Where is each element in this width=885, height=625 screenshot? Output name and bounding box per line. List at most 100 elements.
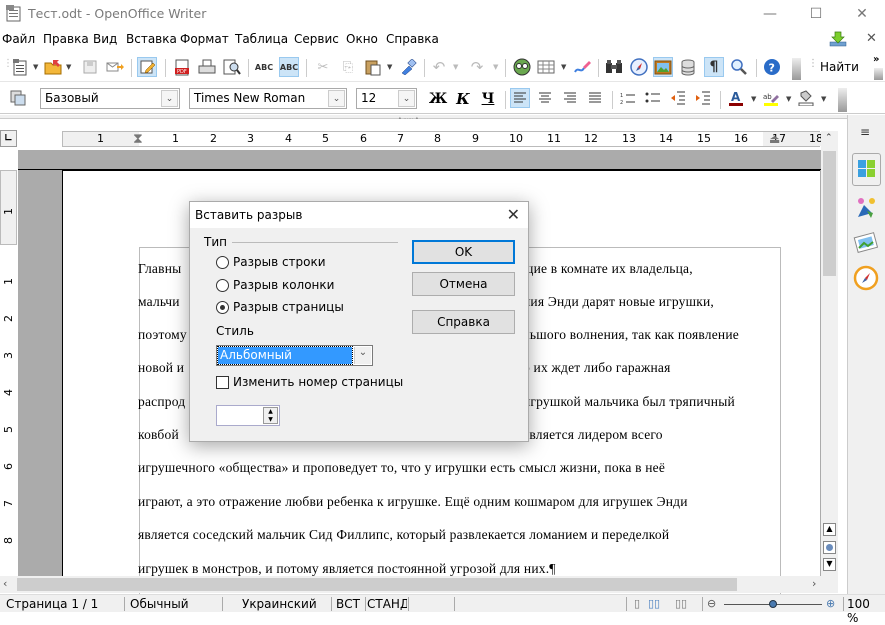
redo-icon[interactable]: ↷ <box>467 57 487 77</box>
vertical-scroll-thumb[interactable] <box>823 151 836 276</box>
change-page-number-label[interactable]: Изменить номер страницы <box>233 375 403 389</box>
menu-file[interactable]: Файл <box>2 32 35 46</box>
help-button[interactable]: Справка <box>412 310 515 334</box>
numbering-icon[interactable]: 12 <box>618 88 638 108</box>
spellcheck-icon[interactable]: ABC <box>254 57 274 77</box>
email-icon[interactable] <box>105 57 125 77</box>
highlight-dropdown[interactable]: ▼ <box>786 95 791 103</box>
paste-dropdown-arrow[interactable]: ▼ <box>387 63 392 71</box>
menu-format[interactable]: Формат <box>180 32 229 46</box>
close-document-button[interactable]: ✕ <box>866 31 877 46</box>
align-right-icon[interactable] <box>560 88 580 108</box>
scroll-up-icon[interactable]: ⌃ <box>825 133 833 143</box>
find-input-label[interactable]: Найти <box>820 60 859 74</box>
radio-page-break[interactable] <box>216 301 229 314</box>
horizontal-scrollbar[interactable]: ‹ › <box>0 576 838 593</box>
indent-marker[interactable]: ⧗ <box>133 131 143 147</box>
menu-edit[interactable]: Правка <box>43 32 89 46</box>
export-pdf-icon[interactable]: PDF <box>172 57 192 77</box>
change-page-number-checkbox[interactable] <box>216 376 229 389</box>
radio-column-break[interactable] <box>216 279 229 292</box>
find-toolbar-overflow[interactable] <box>874 68 883 80</box>
cut-icon[interactable]: ✂ <box>313 57 333 77</box>
navigation-icon[interactable] <box>823 541 836 554</box>
open-folder-icon[interactable] <box>43 57 63 77</box>
menu-window[interactable]: Окно <box>346 32 378 46</box>
toolbar-overflow-button[interactable] <box>792 58 801 80</box>
bold-button[interactable]: Ж <box>428 89 448 109</box>
navigator-icon[interactable] <box>629 57 649 77</box>
print-preview-icon[interactable] <box>222 57 242 77</box>
chevron-down-icon[interactable]: ⌄ <box>354 347 371 364</box>
book-view-icon[interactable]: ▯▯ <box>675 597 687 610</box>
draw-icon[interactable] <box>572 57 592 77</box>
radio-line-break[interactable] <box>216 256 229 269</box>
chevron-down-icon[interactable]: ⌄ <box>161 90 178 107</box>
zoom-in-icon[interactable]: ⊕ <box>826 597 835 610</box>
sidebar-menu-icon[interactable]: ≡ <box>860 125 870 139</box>
italic-button[interactable]: К <box>453 89 473 109</box>
page-number-spinner[interactable]: ▲ ▼ <box>216 405 280 426</box>
copy-icon[interactable]: ⎘ <box>338 57 358 77</box>
underline-button[interactable]: Ч <box>478 89 498 109</box>
scroll-left-icon[interactable]: ‹ <box>3 577 7 590</box>
chevron-down-icon[interactable]: ⌄ <box>398 90 415 107</box>
single-page-view-icon[interactable]: ▯ <box>634 597 640 610</box>
find-toolbar-grip[interactable]: ⋮ <box>808 58 818 69</box>
close-window-button[interactable]: ✕ <box>839 0 885 28</box>
formatting-marks-icon[interactable]: ¶ <box>704 57 724 77</box>
highlight-icon[interactable]: ab <box>761 88 781 108</box>
dialog-close-icon[interactable]: ✕ <box>507 205 520 224</box>
zoom-icon[interactable] <box>729 57 749 77</box>
redo-dropdown-arrow[interactable]: ▼ <box>493 63 498 71</box>
spinner-buttons[interactable]: ▲ ▼ <box>263 407 278 424</box>
styles-formatting-icon[interactable] <box>8 88 28 108</box>
data-sources-icon[interactable] <box>678 57 698 77</box>
bullets-icon[interactable] <box>643 88 663 108</box>
background-color-icon[interactable] <box>796 88 816 108</box>
justify-icon[interactable] <box>585 88 605 108</box>
decrease-indent-icon[interactable] <box>668 88 688 108</box>
menu-table[interactable]: Таблица <box>235 32 288 46</box>
dialog-title-bar[interactable]: Вставить разрыв ✕ <box>190 202 528 228</box>
print-icon[interactable] <box>197 57 217 77</box>
open-dropdown-arrow[interactable]: ▼ <box>66 63 71 71</box>
paragraph-style-combo[interactable]: Базовый ⌄ <box>40 88 180 109</box>
font-size-combo[interactable]: 12 ⌄ <box>356 88 417 109</box>
cancel-button[interactable]: Отмена <box>412 272 515 296</box>
clone-format-icon[interactable] <box>398 57 418 77</box>
background-color-dropdown[interactable]: ▼ <box>821 95 826 103</box>
page-count[interactable]: Страница 1 / 1 <box>6 597 98 611</box>
right-indent-marker[interactable]: ⏏ <box>769 132 780 146</box>
multi-page-view-icon[interactable]: ▯▯ <box>648 597 660 610</box>
styles-icon[interactable] <box>853 195 881 223</box>
tab-stop-selector[interactable]: ∟ <box>0 130 17 147</box>
menu-tools[interactable]: Сервис <box>294 32 339 46</box>
update-download-icon[interactable] <box>829 31 847 47</box>
horizontal-scroll-thumb[interactable] <box>17 578 737 591</box>
zoom-slider-thumb[interactable] <box>769 600 777 608</box>
menu-view[interactable]: Вид <box>93 32 117 46</box>
edit-mode-icon[interactable] <box>137 57 157 77</box>
next-page-icon[interactable]: ▼ <box>823 558 836 571</box>
align-left-icon[interactable] <box>510 88 530 108</box>
page-style[interactable]: Обычный <box>130 597 189 611</box>
font-color-dropdown[interactable]: ▼ <box>751 95 756 103</box>
previous-page-icon[interactable]: ▲ <box>823 523 836 536</box>
undo-dropdown-arrow[interactable]: ▼ <box>453 63 458 71</box>
help-icon[interactable]: ? <box>762 57 782 77</box>
new-dropdown-arrow[interactable]: ▼ <box>33 63 38 71</box>
save-icon[interactable] <box>80 57 100 77</box>
font-color-icon[interactable]: A <box>726 88 746 108</box>
page-break-label[interactable]: Разрыв страницы <box>233 300 344 314</box>
align-center-icon[interactable] <box>535 88 555 108</box>
minimize-button[interactable]: — <box>747 0 793 28</box>
find-replace-icon[interactable] <box>604 57 624 77</box>
vertical-scrollbar[interactable]: ⌃ ▲ ▼ <box>821 131 838 576</box>
column-break-label[interactable]: Разрыв колонки <box>233 278 334 292</box>
format-toolbar-overflow[interactable] <box>838 88 847 112</box>
increase-indent-icon[interactable] <box>693 88 713 108</box>
zoom-out-icon[interactable]: ⊖ <box>707 597 716 610</box>
vertical-ruler[interactable]: 1 1 2 3 4 5 6 7 8 <box>0 170 18 570</box>
chevron-down-icon[interactable]: ⌄ <box>328 90 345 107</box>
